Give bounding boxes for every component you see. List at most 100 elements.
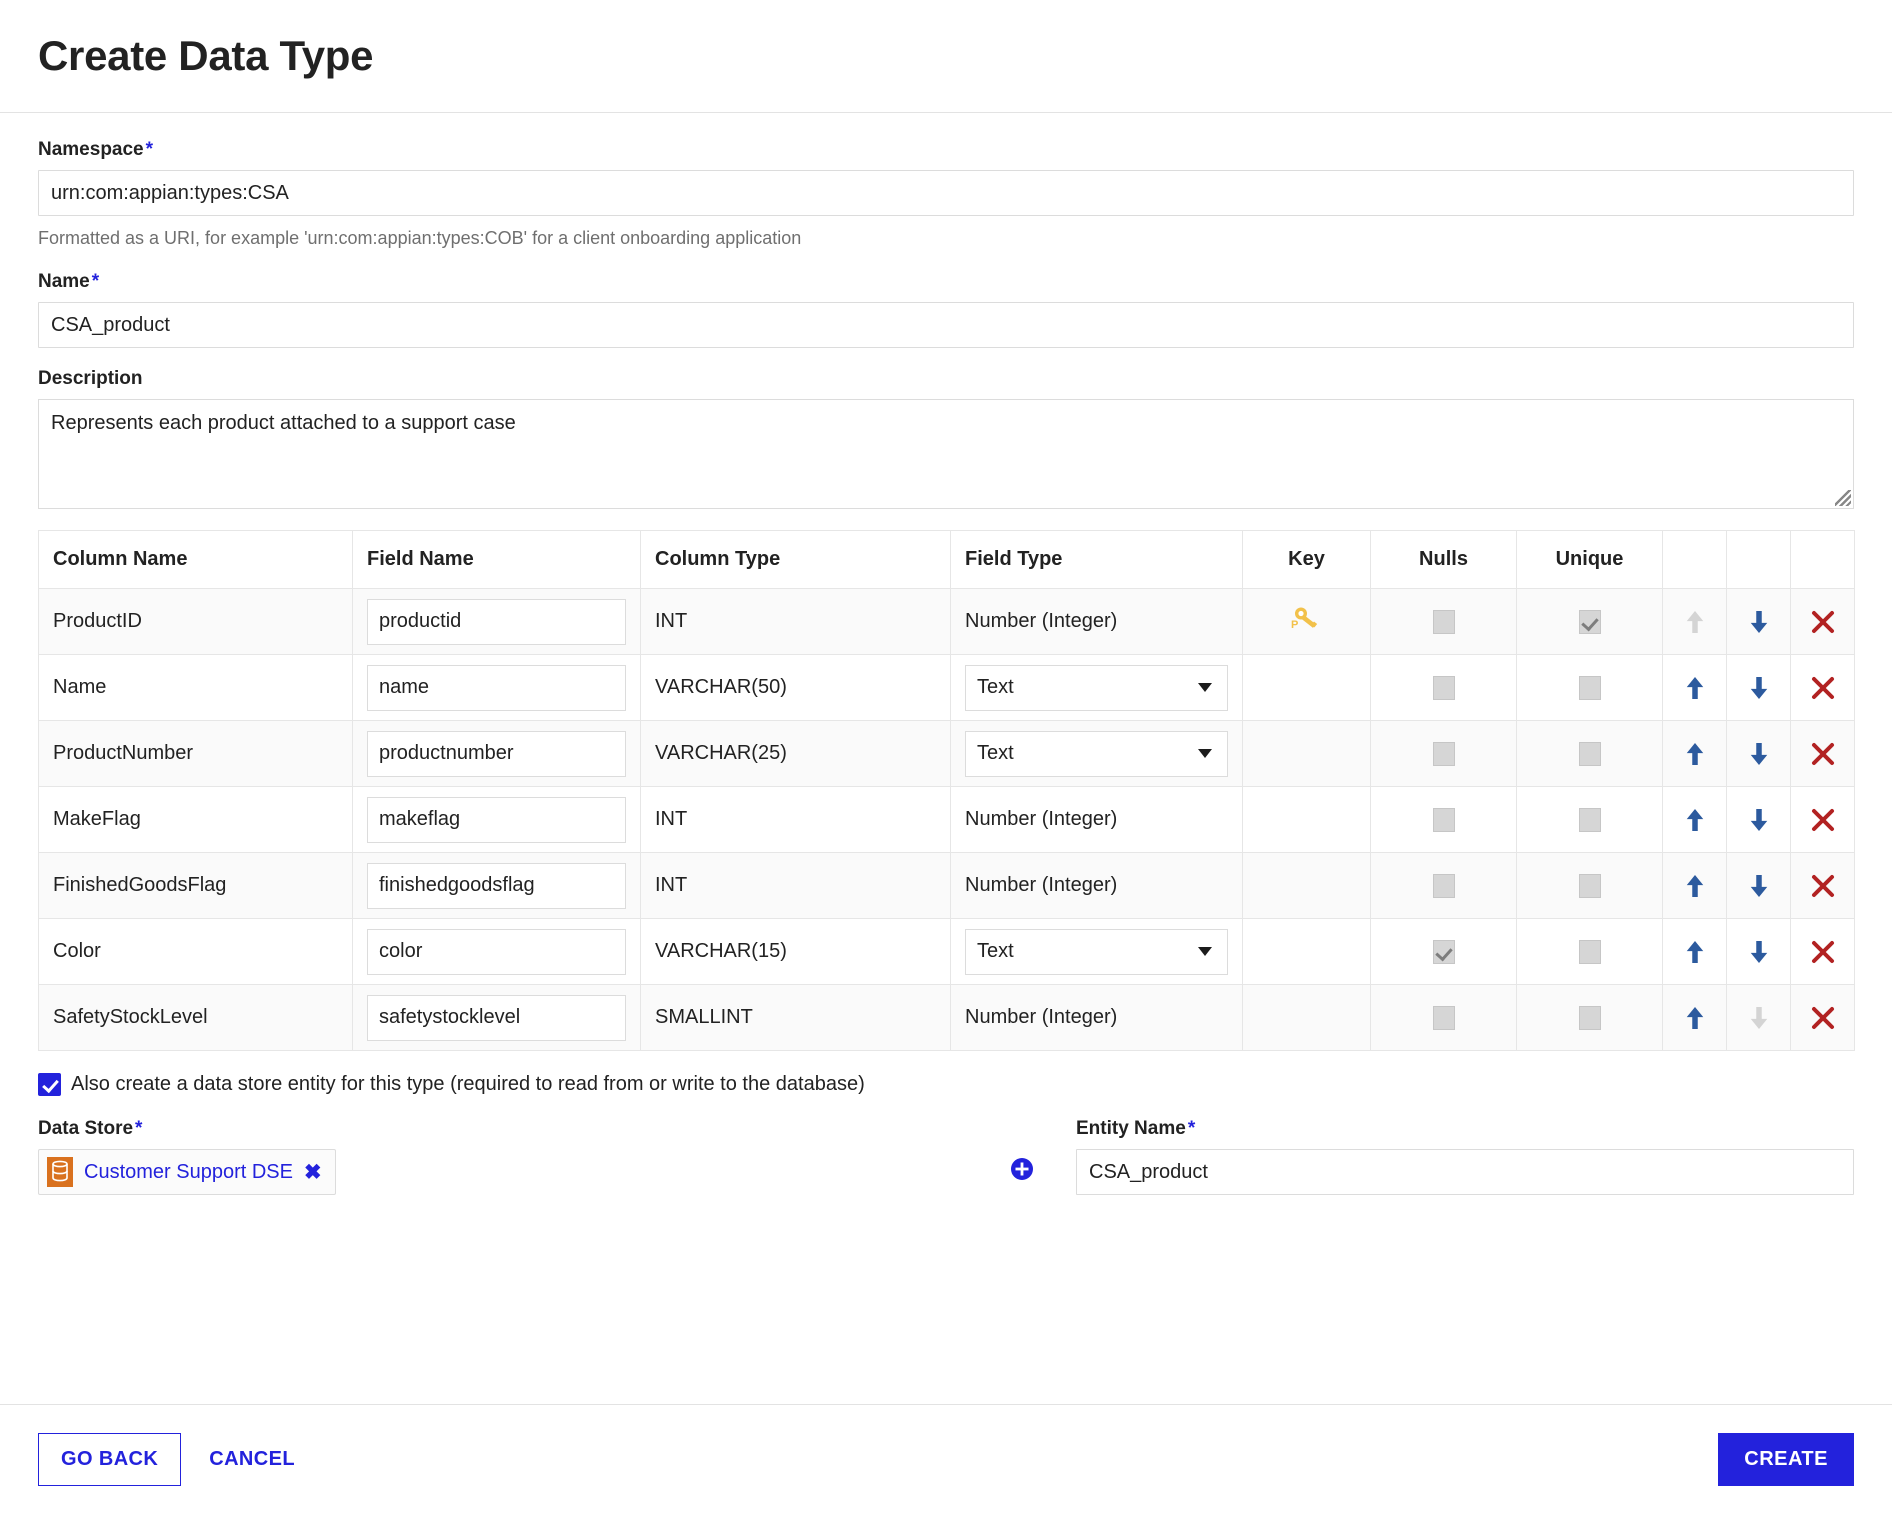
field-type-value: Text — [977, 742, 1014, 764]
create-data-store-entity-row[interactable]: Also create a data store entity for this… — [38, 1073, 1854, 1096]
description-textarea[interactable]: Represents each product attached to a su… — [38, 399, 1854, 509]
cell-delete — [1790, 918, 1855, 985]
move-up-icon[interactable] — [1663, 721, 1726, 786]
remove-data-store-icon[interactable]: ✖ — [304, 1162, 322, 1183]
unique-checkbox[interactable] — [1578, 807, 1601, 832]
nulls-checkbox[interactable] — [1432, 1005, 1455, 1030]
columns-table: Column Name Field Name Column Type Field… — [38, 530, 1855, 1051]
unique-checkbox[interactable] — [1578, 609, 1601, 634]
namespace-input[interactable]: urn:com:appian:types:CSA — [38, 170, 1854, 216]
nulls-checkbox[interactable] — [1432, 873, 1455, 898]
cell-delete — [1790, 852, 1855, 919]
delete-row-icon[interactable] — [1791, 853, 1854, 918]
cell-move-down — [1726, 588, 1791, 655]
unique-checkbox[interactable] — [1578, 873, 1601, 898]
cell-unique — [1516, 588, 1663, 655]
cell-field-name: makeflag — [352, 786, 641, 853]
name-input[interactable]: CSA_product — [38, 302, 1854, 348]
move-down-icon — [1727, 985, 1790, 1050]
cell-nulls — [1370, 852, 1517, 919]
nulls-checkbox[interactable] — [1432, 609, 1455, 634]
entity-name-required-asterisk: * — [1187, 1118, 1196, 1139]
delete-row-icon[interactable] — [1791, 919, 1854, 984]
cell-unique — [1516, 918, 1663, 985]
delete-row-icon[interactable] — [1791, 655, 1854, 720]
move-up-icon[interactable] — [1663, 985, 1726, 1050]
resize-handle-icon[interactable] — [1835, 490, 1851, 506]
cell-nulls — [1370, 984, 1517, 1051]
move-down-icon[interactable] — [1727, 589, 1790, 654]
cell-field-name: name — [352, 654, 641, 721]
cell-column-type: VARCHAR(25) — [640, 720, 951, 787]
cell-delete — [1790, 720, 1855, 787]
cell-field-name: safetystocklevel — [352, 984, 641, 1051]
name-required-asterisk: * — [91, 271, 100, 292]
cell-key — [1242, 984, 1371, 1051]
nulls-checkbox[interactable] — [1432, 939, 1455, 964]
cell-key — [1242, 918, 1371, 985]
delete-row-icon[interactable] — [1791, 985, 1854, 1050]
field-name-input[interactable]: safetystocklevel — [367, 994, 626, 1041]
field-name-input[interactable]: productnumber — [367, 730, 626, 777]
cell-column-type: VARCHAR(15) — [640, 918, 951, 985]
nulls-checkbox[interactable] — [1432, 807, 1455, 832]
field-name-input[interactable]: color — [367, 928, 626, 975]
move-down-icon[interactable] — [1727, 787, 1790, 852]
unique-checkbox[interactable] — [1578, 741, 1601, 766]
field-name-input[interactable]: productid — [367, 598, 626, 645]
go-back-button[interactable]: GO BACK — [38, 1433, 182, 1486]
cell-column-type: INT — [640, 786, 951, 853]
unique-checkbox[interactable] — [1578, 939, 1601, 964]
move-up-icon[interactable] — [1663, 853, 1726, 918]
namespace-label-text: Namespace — [38, 139, 144, 160]
move-up-icon[interactable] — [1663, 919, 1726, 984]
table-row: Name name VARCHAR(50) Text — [38, 654, 1855, 721]
create-data-store-entity-checkbox[interactable] — [38, 1073, 61, 1096]
cell-delete — [1790, 654, 1855, 721]
delete-row-icon[interactable] — [1791, 721, 1854, 786]
cell-move-up — [1662, 852, 1727, 919]
create-button[interactable]: CREATE — [1718, 1433, 1854, 1486]
add-icon[interactable] — [1010, 1157, 1034, 1181]
field-name-input[interactable]: name — [367, 664, 626, 711]
data-store-chip[interactable]: Customer Support DSE ✖ — [38, 1149, 336, 1195]
field-type-select[interactable]: Text — [965, 928, 1228, 975]
header-delete — [1790, 530, 1855, 589]
move-down-icon[interactable] — [1727, 721, 1790, 786]
unique-checkbox[interactable] — [1578, 1005, 1601, 1030]
nulls-checkbox[interactable] — [1432, 741, 1455, 766]
columns-table-body: ProductID productid INT Number (Integer) P Na… — [38, 588, 1855, 1051]
entity-name-input[interactable]: CSA_product — [1076, 1149, 1854, 1195]
delete-row-icon[interactable] — [1791, 787, 1854, 852]
description-value: Represents each product attached to a su… — [51, 412, 516, 434]
cell-field-type: Text — [950, 720, 1243, 787]
field-name-input[interactable]: finishedgoodsflag — [367, 862, 626, 909]
move-down-icon[interactable] — [1727, 655, 1790, 720]
data-store-chip-label[interactable]: Customer Support DSE — [84, 1161, 293, 1184]
header-move-down — [1726, 530, 1791, 589]
cancel-button[interactable]: CANCEL — [189, 1434, 315, 1485]
cell-move-up — [1662, 786, 1727, 853]
cell-unique — [1516, 984, 1663, 1051]
move-up-icon[interactable] — [1663, 655, 1726, 720]
delete-row-icon[interactable] — [1791, 589, 1854, 654]
cell-column-name: Color — [38, 918, 353, 985]
database-icon — [47, 1157, 73, 1187]
move-down-icon[interactable] — [1727, 853, 1790, 918]
table-row: ProductID productid INT Number (Integer) P — [38, 588, 1855, 655]
cell-delete — [1790, 588, 1855, 655]
cell-field-type: Text — [950, 654, 1243, 721]
namespace-helper-text: Formatted as a URI, for example 'urn:com… — [38, 228, 802, 248]
cell-field-type: Number (Integer) — [950, 984, 1243, 1051]
unique-checkbox[interactable] — [1578, 675, 1601, 700]
cell-key: P — [1242, 588, 1371, 655]
field-type-select[interactable]: Text — [965, 730, 1228, 777]
field-name-input[interactable]: makeflag — [367, 796, 626, 843]
move-up-icon[interactable] — [1663, 787, 1726, 852]
cell-delete — [1790, 984, 1855, 1051]
table-row: MakeFlag makeflag INT Number (Integer) — [38, 786, 1855, 853]
field-type-select[interactable]: Text — [965, 664, 1228, 711]
table-row: FinishedGoodsFlag finishedgoodsflag INT Num… — [38, 852, 1855, 919]
nulls-checkbox[interactable] — [1432, 675, 1455, 700]
move-down-icon[interactable] — [1727, 919, 1790, 984]
